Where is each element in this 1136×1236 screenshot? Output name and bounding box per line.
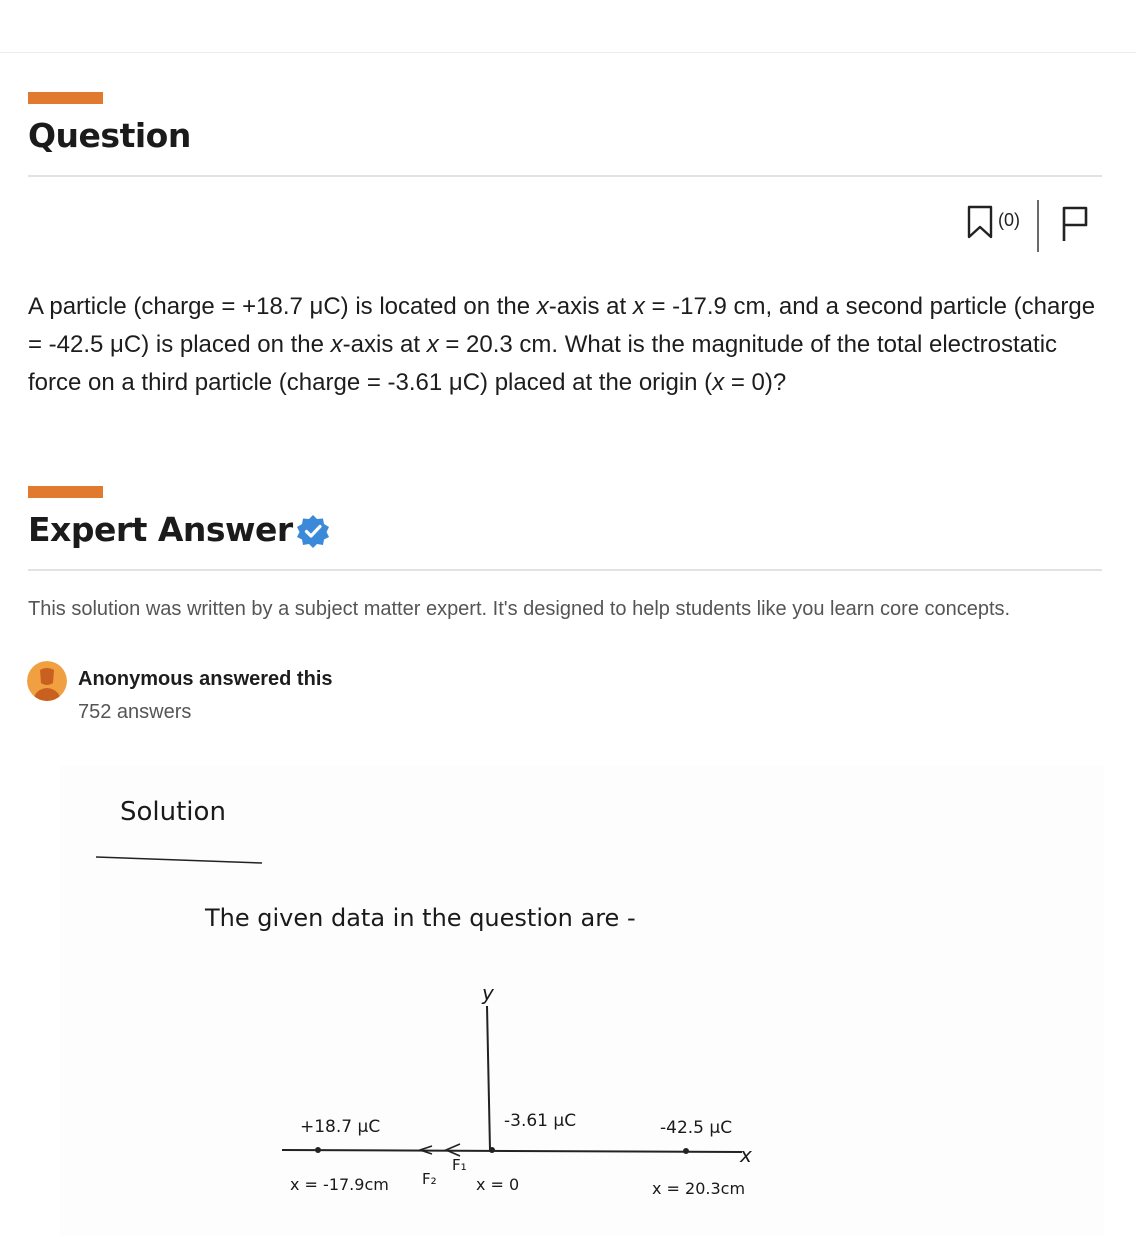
question-heading: Question [28, 116, 191, 155]
question-toolbar: (0) [966, 200, 1096, 254]
charge-right-dot [683, 1148, 689, 1154]
heading-underline [95, 856, 263, 864]
force-f1-label: F₁ [452, 1156, 467, 1174]
verified-badge-icon [297, 515, 329, 548]
answer-author: Anonymous answered this [78, 668, 333, 690]
y-axis-label: y [481, 981, 495, 1005]
x-axis-label: x [739, 1143, 752, 1167]
solution-heading: Solution [120, 797, 226, 827]
force-f2-label: F₂ [422, 1170, 437, 1188]
charge-middle-dot [489, 1147, 495, 1153]
flag-icon[interactable] [1060, 205, 1090, 243]
charge-middle-label: -3.61 μC [504, 1111, 576, 1131]
y-axis-line [486, 1005, 491, 1151]
solution-sketch: Solution The given data in the question … [95, 797, 752, 1198]
answer-accent-bar [28, 486, 103, 498]
charge-right-label: -42.5 μC [660, 1118, 732, 1138]
avatar [27, 661, 67, 701]
answer-divider [28, 569, 1102, 571]
charge-left-dot [315, 1147, 321, 1153]
charge-left-label: +18.7 μC [300, 1117, 380, 1137]
toolbar-separator [1037, 200, 1039, 252]
top-divider [0, 52, 1136, 53]
bookmark-icon[interactable] [966, 205, 994, 239]
expert-note: This solution was written by a subject m… [28, 598, 1011, 620]
answer-count: 752 answers [78, 701, 192, 723]
question-text: A particle (charge = +18.7 μC) is locate… [28, 293, 1096, 396]
solution-image: Solution The given data in the question … [60, 766, 1104, 1236]
solution-intro: The given data in the question are - [204, 904, 636, 932]
question-accent-bar [28, 92, 103, 104]
expert-answer-heading: Expert Answer [28, 510, 293, 549]
x-axis-line [281, 1149, 743, 1153]
pos-middle-label: x = 0 [476, 1175, 519, 1194]
bookmark-count: (0) [998, 210, 1020, 230]
pos-right-label: x = 20.3cm [652, 1179, 745, 1198]
user-avatar-icon [27, 661, 67, 701]
question-divider [28, 175, 1102, 177]
pos-left-label: x = -17.9cm [290, 1175, 389, 1194]
